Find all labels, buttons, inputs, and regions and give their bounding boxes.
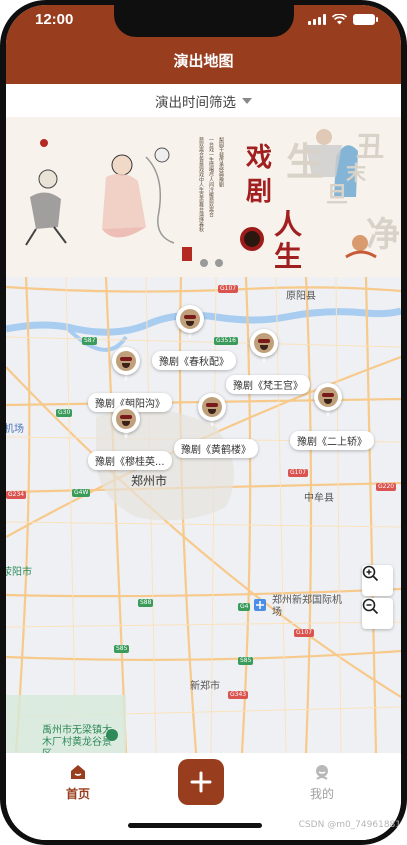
- signal-icon: [308, 14, 326, 25]
- opera-mask-icon: [254, 333, 274, 353]
- opera-marker-ershangjiao[interactable]: [314, 383, 342, 419]
- tab-home[interactable]: 首页: [38, 763, 118, 802]
- opera-mask-icon: [202, 397, 222, 417]
- map-label-xinzheng: 新郑市: [190, 681, 220, 692]
- date-filter-dropdown[interactable]: 演出时间筛选: [6, 84, 401, 117]
- marker-label-ershangjiao[interactable]: 豫剧《二上轿》: [290, 431, 374, 450]
- camera-notch: [114, 5, 294, 37]
- plus-icon: [190, 771, 212, 793]
- map-label-xingyang: 荥阳市: [6, 567, 32, 578]
- add-button[interactable]: [178, 759, 224, 805]
- status-icons: [308, 14, 378, 25]
- wifi-icon: [332, 14, 347, 25]
- marker-label-huanghelou[interactable]: 豫剧《黄鹤楼》: [174, 439, 258, 458]
- marker-label-chunqiupei[interactable]: 豫剧《春秋配》: [152, 351, 236, 370]
- opera-marker-huanghelou[interactable]: [198, 393, 226, 429]
- opera-marker-fanwanggong[interactable]: [250, 329, 278, 365]
- opera-banner-carousel[interactable]: 悲欢离合皆是戏戏中人生百态舞台演绎春秋 一台戏一生情唱尽人间冷暖悲欢离合 梨园千…: [6, 117, 401, 277]
- page-title: 演出地图: [173, 52, 234, 70]
- opera-marker-chunqiupei[interactable]: [176, 305, 204, 341]
- chevron-down-icon: [242, 97, 252, 104]
- tab-home-label: 首页: [65, 787, 90, 801]
- zoom-out-button[interactable]: [362, 598, 393, 629]
- watermark-text: CSDN @m0_74961881: [298, 820, 401, 830]
- map-label-zhengzhou: 郑州市: [131, 474, 168, 488]
- status-time: 12:00: [35, 11, 74, 28]
- home-indicator[interactable]: [128, 823, 262, 828]
- battery-icon: [353, 14, 378, 25]
- banner-title-char-2: 剧: [246, 177, 273, 207]
- zoom-in-button[interactable]: [362, 565, 393, 596]
- phone-frame: 12:00 演出地图 演出时间筛选 悲欢离合皆是戏戏中人生百态舞台演绎春秋 一台…: [0, 0, 407, 845]
- banner-title-char-4: 生: [274, 240, 303, 273]
- map-label-airport: 郑州新郑国际机场: [272, 595, 342, 618]
- home-icon: [71, 765, 85, 779]
- opera-mask-icon: [116, 409, 136, 429]
- date-filter-label: 演出时间筛选: [155, 94, 236, 111]
- map-label-yuanyang: 原阳县: [286, 291, 316, 302]
- map-label-zhongmou: 中牟县: [304, 493, 334, 504]
- marker-label-muguiying[interactable]: 豫剧《穆桂英...: [88, 451, 172, 470]
- app-screen: 12:00 演出地图 演出时间筛选 悲欢离合皆是戏戏中人生百态舞台演绎春秋 一台…: [6, 5, 401, 840]
- status-bar: 12:00: [6, 5, 401, 39]
- map-label-scenic: 禹州市无梁镇大木厂村黄龙谷景区: [42, 725, 112, 753]
- opera-mask-icon: [318, 387, 338, 407]
- tab-me[interactable]: 我的: [282, 763, 362, 802]
- tab-me-label: 我的: [309, 787, 334, 801]
- user-icon: [316, 765, 328, 780]
- marker-label-fanwanggong[interactable]: 豫剧《梵王宫》: [226, 375, 310, 394]
- opera-marker-muguiying[interactable]: [112, 405, 140, 441]
- map-label-edge-airport: 机场: [6, 424, 24, 435]
- opera-mask-icon: [180, 309, 200, 329]
- zoom-in-icon: [362, 565, 379, 582]
- opera-marker-chaoyanggou[interactable]: [112, 347, 140, 383]
- performance-map[interactable]: G107 G3516 S87 G30 G107 G234 G4W G220 S8…: [6, 277, 401, 753]
- opera-mask-icon: [116, 351, 136, 371]
- zoom-out-icon: [362, 598, 379, 615]
- banner-title-char-1: 戏: [246, 143, 273, 173]
